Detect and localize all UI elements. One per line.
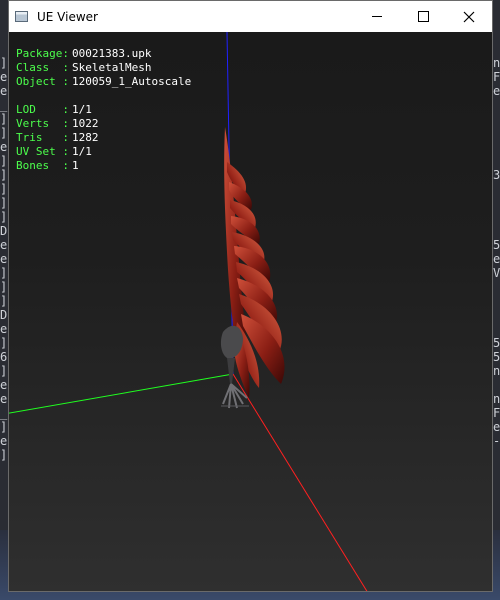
package-label: Package: <box>16 47 69 60</box>
minimize-button[interactable] <box>354 1 400 32</box>
info-row-uvset: UV Set : 1/1 <box>16 145 191 159</box>
object-label: Object : <box>16 75 69 88</box>
maximize-icon <box>417 11 429 22</box>
info-row-class: Class : SkeletalMesh <box>16 61 191 75</box>
package-value: 00021383.upk <box>72 47 152 60</box>
axis-x-line <box>232 373 368 591</box>
uvset-label: UV Set : <box>16 145 69 158</box>
ue-viewer-window: UE Viewer Package: 00021383.upk Class: … <box>8 0 493 592</box>
info-row-verts: Verts : 1022 <box>16 117 191 131</box>
lod-label: LOD : <box>16 103 69 116</box>
info-row-package: Package: 00021383.upk <box>16 47 191 61</box>
tris-value: 1282 <box>72 131 99 144</box>
bones-value: 1 <box>72 159 79 172</box>
3d-viewport[interactable]: Package: 00021383.upk Class : SkeletalMe… <box>9 32 492 591</box>
info-row-tris: Tris : 1282 <box>16 131 191 145</box>
close-button[interactable] <box>446 1 492 32</box>
object-value: 120059_1_Autoscale <box>72 75 192 88</box>
bones-label: Bones : <box>16 159 69 172</box>
maximize-button[interactable] <box>400 1 446 32</box>
background-console-left: ] e e _ ] ] e ] ] ] ] ] D e e ] ] ] D e … <box>0 56 8 462</box>
uvset-value: 1/1 <box>72 145 92 158</box>
app-icon <box>15 11 28 22</box>
info-row-object: Object : 120059_1_Autoscale <box>16 75 191 89</box>
minimize-icon <box>372 16 382 17</box>
info-row-bones: Bones : 1 <box>16 159 191 173</box>
background-console-right: n F e 3 5 e V 5 5 n n F e - <box>493 56 500 448</box>
title-bar[interactable]: UE Viewer <box>9 1 492 32</box>
mesh-info-overlay: Package: 00021383.upk Class : SkeletalMe… <box>16 47 191 173</box>
axis-y-line <box>9 373 234 414</box>
class-value: SkeletalMesh <box>72 61 152 74</box>
info-row-lod: LOD : 1/1 <box>16 103 191 117</box>
skeletal-mesh <box>220 127 285 409</box>
tris-label: Tris : <box>16 131 69 144</box>
verts-label: Verts : <box>16 117 69 130</box>
window-title: UE Viewer <box>37 9 98 24</box>
lod-value: 1/1 <box>72 103 92 116</box>
close-icon <box>463 11 475 22</box>
verts-value: 1022 <box>72 117 99 130</box>
class-label: Class : <box>16 61 69 74</box>
